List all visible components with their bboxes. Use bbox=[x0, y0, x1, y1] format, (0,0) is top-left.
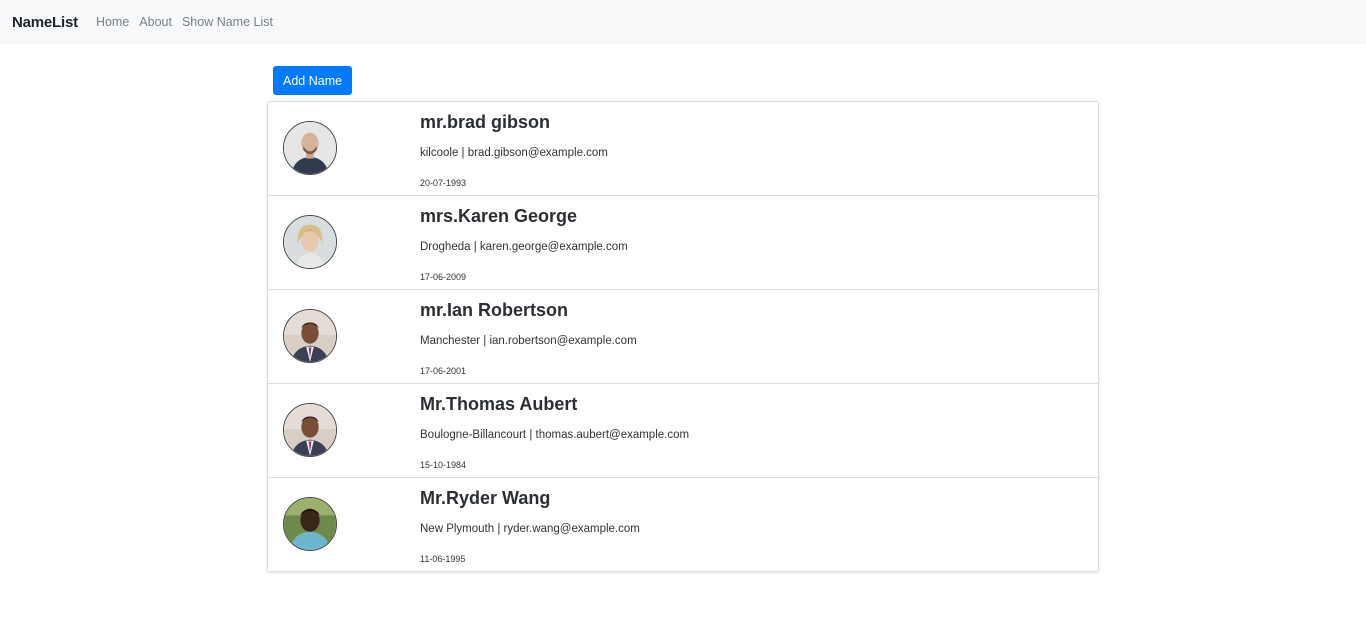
list-item: Mr.Ryder Wang New Plymouth | ryder.wang@… bbox=[268, 478, 1098, 571]
bald-man-avatar bbox=[283, 121, 337, 175]
add-name-button[interactable]: Add Name bbox=[273, 66, 353, 95]
main-container: Add Name mr.brad gibson kilcoole | brad.… bbox=[267, 66, 1099, 572]
person-name: mr.brad gibson bbox=[420, 112, 551, 132]
person-location-email: kilcoole | brad.gibson@example.com bbox=[420, 147, 608, 159]
person-location-email: Boulogne-Billancourt | thomas.aubert@exa… bbox=[420, 429, 690, 441]
list-item: mrs.Karen George Drogheda | karen.george… bbox=[268, 196, 1098, 290]
outdoor-man-avatar bbox=[283, 497, 337, 551]
list-item: mr.brad gibson kilcoole | brad.gibson@ex… bbox=[268, 102, 1098, 196]
list-item: mr.Ian Robertson Manchester | ian.robert… bbox=[268, 290, 1098, 384]
person-name: mrs.Karen George bbox=[420, 206, 578, 226]
brand-logo[interactable]: NameList bbox=[12, 14, 78, 31]
person-name: Mr.Thomas Aubert bbox=[420, 394, 578, 414]
navbar: NameList Home About Show Name List bbox=[0, 0, 1366, 44]
person-name: Mr.Ryder Wang bbox=[420, 488, 551, 508]
person-location-email: New Plymouth | ryder.wang@example.com bbox=[420, 523, 640, 535]
name-list: mr.brad gibson kilcoole | brad.gibson@ex… bbox=[267, 101, 1099, 572]
nav-link-about[interactable]: About bbox=[139, 15, 172, 29]
person-date: 17-06-2009 bbox=[420, 272, 467, 282]
nav-link-show-name-list[interactable]: Show Name List bbox=[182, 15, 273, 29]
person-name: mr.Ian Robertson bbox=[420, 300, 569, 320]
man-in-suit-avatar bbox=[283, 309, 337, 363]
blonde-woman-avatar bbox=[283, 215, 337, 269]
person-location-email: Drogheda | karen.george@example.com bbox=[420, 241, 628, 253]
person-location-email: Manchester | ian.robertson@example.com bbox=[420, 335, 637, 347]
man-in-suit-avatar bbox=[283, 403, 337, 457]
person-date: 20-07-1993 bbox=[420, 178, 467, 188]
nav-link-home[interactable]: Home bbox=[96, 15, 129, 29]
person-date: 11-06-1995 bbox=[420, 554, 466, 564]
person-date: 17-06-2001 bbox=[420, 366, 467, 376]
list-item: Mr.Thomas Aubert Boulogne-Billancourt | … bbox=[268, 384, 1098, 478]
person-date: 15-10-1984 bbox=[420, 460, 467, 470]
